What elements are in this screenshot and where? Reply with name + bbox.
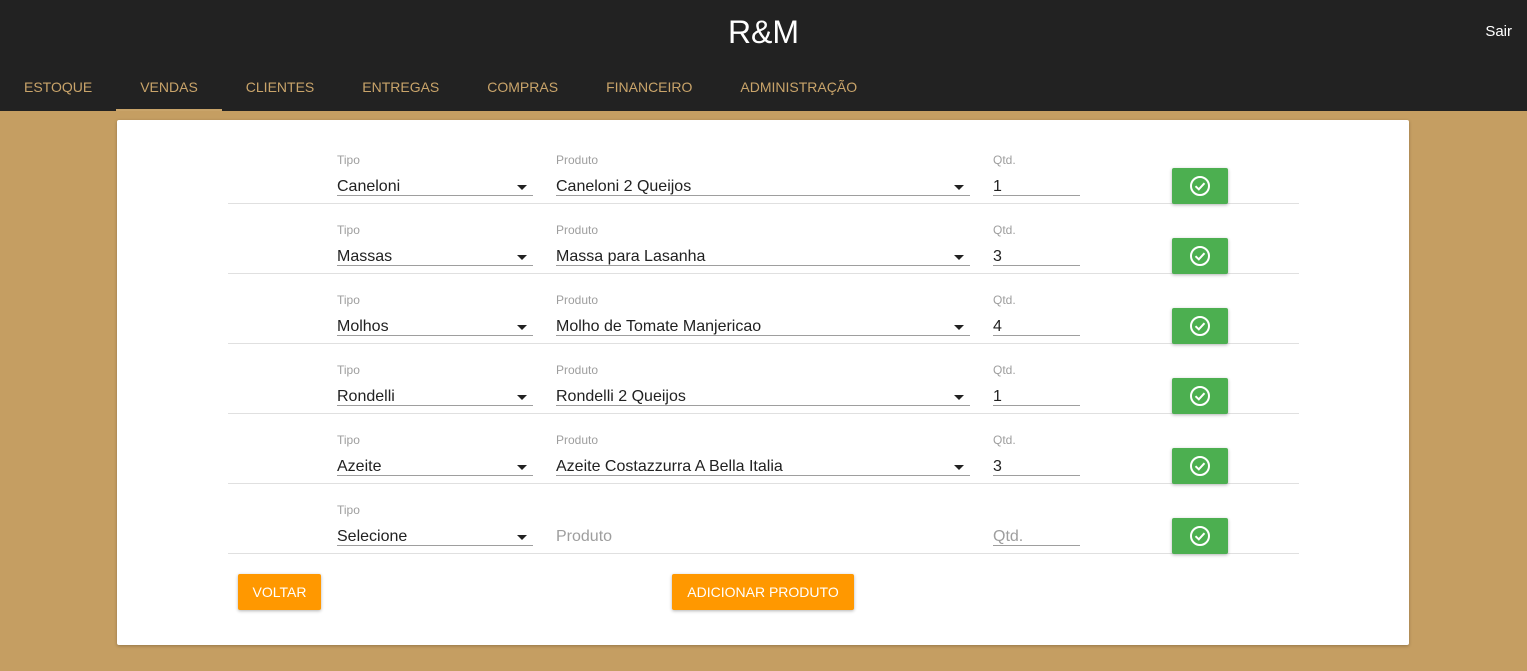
produto-label: Produto (556, 363, 599, 377)
product-row: Tipo Massas Produto Massa para Lasanha Q… (228, 204, 1299, 274)
dropdown-arrow-icon (517, 535, 527, 540)
dropdown-arrow-icon (517, 465, 527, 470)
qtd-placeholder: Qtd. (993, 528, 1024, 545)
check-circle-icon (1190, 316, 1210, 336)
product-row: Tipo Azeite Produto Azeite Costazzurra A… (228, 414, 1299, 484)
qtd-value: 3 (993, 458, 1002, 475)
produto-value: Azeite Costazzurra A Bella Italia (556, 458, 783, 475)
logout-link[interactable]: Sair (1485, 23, 1512, 40)
produto-select[interactable]: Produto Massa para Lasanha (556, 204, 970, 266)
tipo-label: Tipo (337, 363, 360, 377)
qtd-value: 3 (993, 248, 1002, 265)
tipo-value: Selecione (337, 528, 408, 545)
dropdown-arrow-icon (954, 395, 964, 400)
dropdown-arrow-icon (517, 185, 527, 190)
produto-label: Produto (556, 153, 599, 167)
product-row: Tipo Caneloni Produto Caneloni 2 Queijos… (228, 134, 1299, 204)
produto-value: Molho de Tomate Manjericao (556, 318, 762, 335)
qtd-input[interactable]: Qtd. 1 (993, 344, 1080, 406)
produto-select[interactable]: Produto Rondelli 2 Queijos (556, 344, 970, 406)
tipo-label: Tipo (337, 503, 360, 517)
qtd-label: Qtd. (993, 363, 1016, 377)
qtd-label: Qtd. (993, 153, 1016, 167)
tipo-value: Massas (337, 248, 393, 265)
tipo-label: Tipo (337, 223, 360, 237)
produto-select[interactable]: Produto Caneloni 2 Queijos (556, 134, 970, 196)
tab-financeiro[interactable]: FINANCEIRO (582, 62, 716, 111)
dropdown-arrow-icon (954, 255, 964, 260)
confirm-button[interactable] (1172, 518, 1228, 554)
confirm-button[interactable] (1172, 308, 1228, 344)
produto-value: Rondelli 2 Queijos (556, 388, 686, 405)
tab-administracao[interactable]: ADMINISTRAÇÃO (716, 62, 881, 111)
app-title: R&M (727, 14, 800, 50)
tipo-value: Molhos (337, 318, 389, 335)
produto-label: Produto (556, 433, 599, 447)
produto-placeholder: Produto (556, 528, 613, 545)
tab-compras[interactable]: COMPRAS (463, 62, 582, 111)
tab-clientes[interactable]: CLIENTES (222, 62, 338, 111)
qtd-label: Qtd. (993, 223, 1016, 237)
produto-label: Produto (556, 223, 599, 237)
produto-value: Caneloni 2 Queijos (556, 178, 692, 195)
product-row: Tipo Molhos Produto Molho de Tomate Manj… (228, 274, 1299, 344)
tipo-select[interactable]: Tipo Azeite (337, 414, 533, 476)
back-button[interactable]: VOLTAR (238, 574, 321, 610)
tipo-select[interactable]: Tipo Caneloni (337, 134, 533, 196)
tab-vendas[interactable]: VENDAS (116, 62, 222, 111)
product-row: Tipo Rondelli Produto Rondelli 2 Queijos… (228, 344, 1299, 414)
dropdown-arrow-icon (517, 325, 527, 330)
tipo-label: Tipo (337, 433, 360, 447)
tipo-value: Rondelli (337, 388, 395, 405)
check-circle-icon (1190, 176, 1210, 196)
dropdown-arrow-icon (954, 325, 964, 330)
dropdown-arrow-icon (517, 255, 527, 260)
tipo-value: Azeite (337, 458, 382, 475)
qtd-value: 1 (993, 178, 1002, 195)
tipo-value: Caneloni (337, 178, 401, 195)
check-circle-icon (1190, 456, 1210, 476)
confirm-button[interactable] (1172, 448, 1228, 484)
qtd-input[interactable]: Qtd. 4 (993, 274, 1080, 336)
qtd-value: 1 (993, 388, 1002, 405)
tipo-select[interactable]: Tipo Rondelli (337, 344, 533, 406)
qtd-input[interactable]: Qtd. (993, 484, 1080, 546)
dropdown-arrow-icon (517, 395, 527, 400)
tipo-select[interactable]: Tipo Selecione (337, 484, 533, 546)
dropdown-arrow-icon (954, 185, 964, 190)
qtd-label: Qtd. (993, 433, 1016, 447)
qtd-value: 4 (993, 318, 1002, 335)
tab-estoque[interactable]: ESTOQUE (0, 62, 116, 111)
tipo-select[interactable]: Tipo Molhos (337, 274, 533, 336)
produto-value: Massa para Lasanha (556, 248, 706, 265)
new-product-row: Tipo Selecione Produto Qtd. (228, 484, 1299, 554)
produto-select[interactable]: Produto Azeite Costazzurra A Bella Itali… (556, 414, 970, 476)
confirm-button[interactable] (1172, 168, 1228, 204)
confirm-button[interactable] (1172, 378, 1228, 414)
produto-select[interactable]: Produto (556, 484, 970, 546)
check-circle-icon (1190, 386, 1210, 406)
check-circle-icon (1190, 246, 1210, 266)
produto-select[interactable]: Produto Molho de Tomate Manjericao (556, 274, 970, 336)
qtd-label: Qtd. (993, 293, 1016, 307)
add-product-button[interactable]: ADICIONAR PRODUTO (672, 574, 854, 610)
sale-products-card: Tipo Caneloni Produto Caneloni 2 Queijos… (117, 120, 1409, 645)
main-tabs: ESTOQUE VENDAS CLIENTES ENTREGAS COMPRAS… (0, 62, 881, 111)
produto-label: Produto (556, 293, 599, 307)
tab-entregas[interactable]: ENTREGAS (338, 62, 463, 111)
qtd-input[interactable]: Qtd. 3 (993, 204, 1080, 266)
app-bar: R&M Sair ESTOQUE VENDAS CLIENTES ENTREGA… (0, 0, 1527, 111)
confirm-button[interactable] (1172, 238, 1228, 274)
tipo-label: Tipo (337, 293, 360, 307)
qtd-input[interactable]: Qtd. 1 (993, 134, 1080, 196)
dropdown-arrow-icon (954, 465, 964, 470)
check-circle-icon (1190, 526, 1210, 546)
tipo-select[interactable]: Tipo Massas (337, 204, 533, 266)
qtd-input[interactable]: Qtd. 3 (993, 414, 1080, 476)
tipo-label: Tipo (337, 153, 360, 167)
